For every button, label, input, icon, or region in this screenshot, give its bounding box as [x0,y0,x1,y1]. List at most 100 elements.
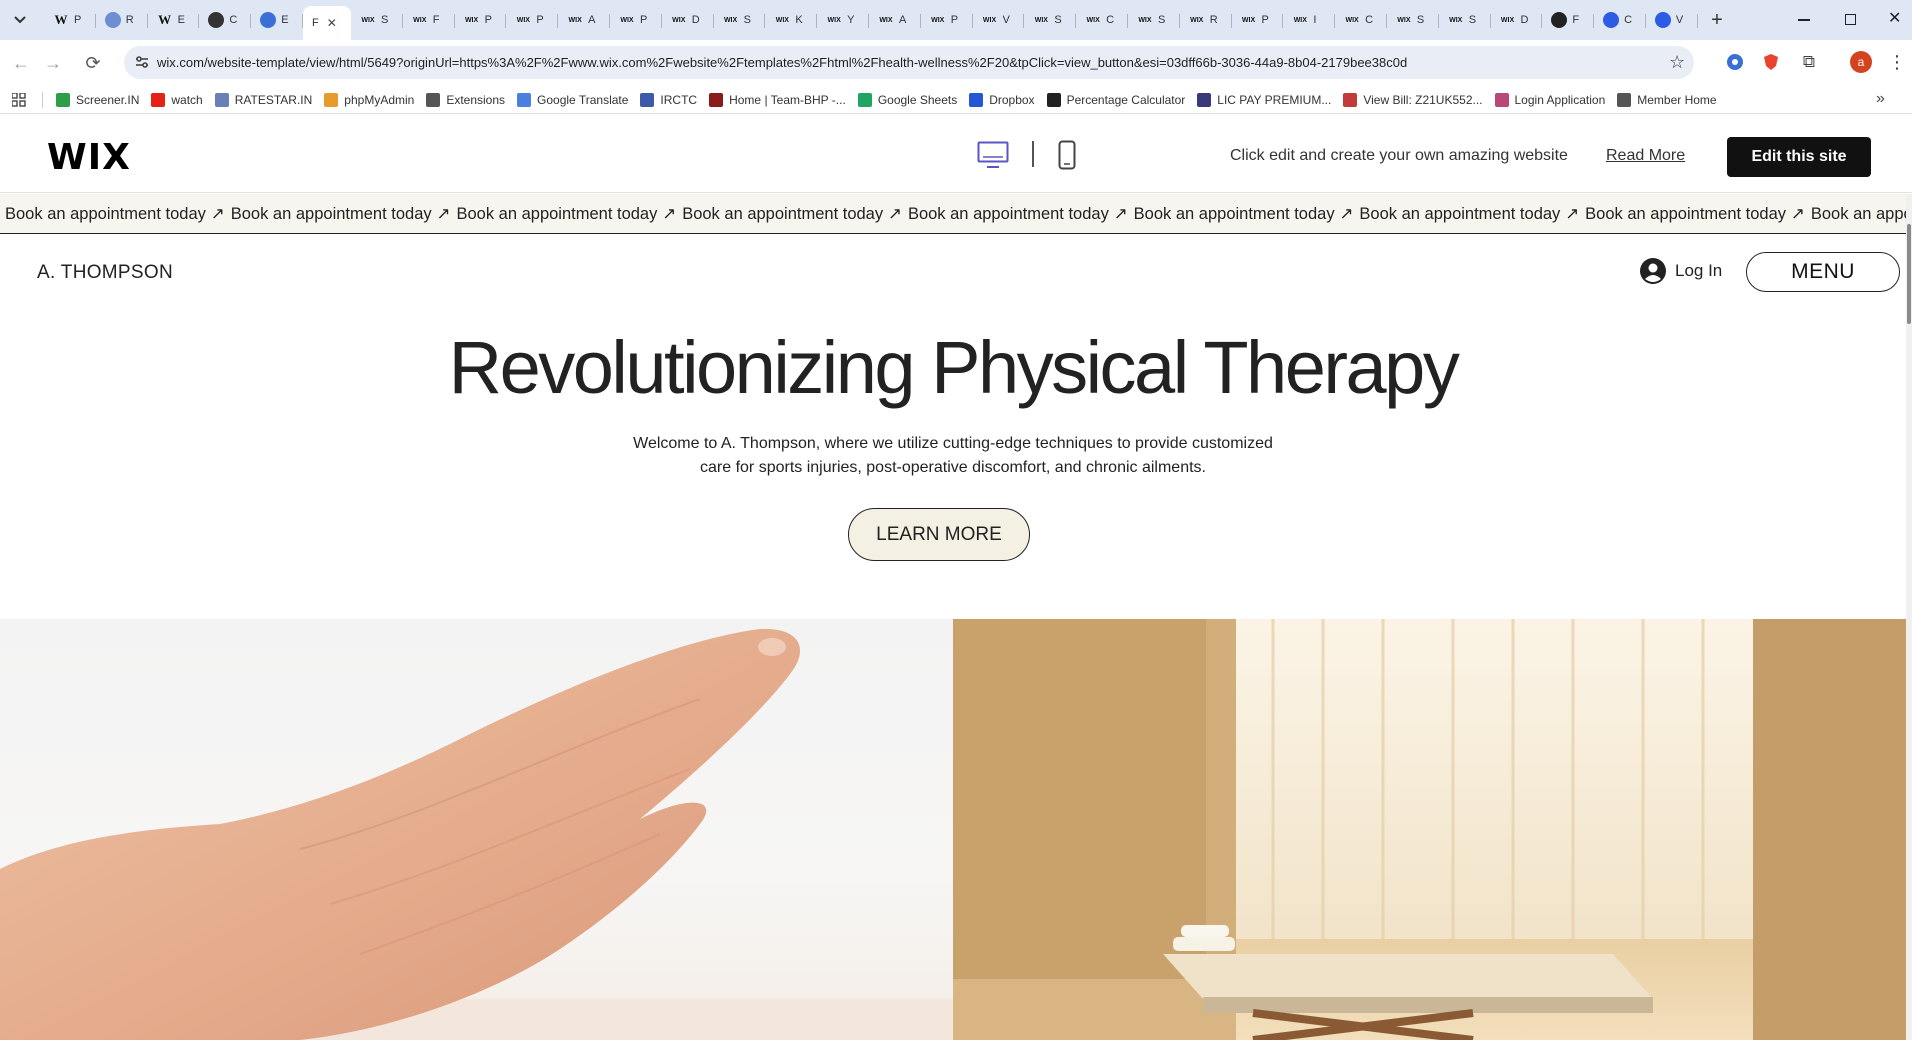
bookmark-item[interactable]: Dropbox [969,92,1035,108]
browser-tab[interactable]: WIX R [1180,6,1232,34]
bookmark-item[interactable]: watch [151,92,203,108]
browser-tab[interactable]: WIX S [1128,6,1180,34]
tab-title: C [1365,14,1374,26]
browser-tab[interactable]: WIX P [506,6,558,34]
browser-tab[interactable]: WIX C [1335,6,1387,34]
tab-search-chevron-icon[interactable] [10,10,30,30]
extension-globe-icon[interactable] [1724,51,1746,73]
marquee-item[interactable]: Book an appointment today↗ [908,204,1128,224]
browser-tab[interactable]: F [1542,6,1594,34]
hero-title: Revolutionizing Physical Therapy [448,326,1460,409]
marquee-item[interactable]: Book an appointment today↗ [456,204,676,224]
edit-this-site-button[interactable]: Edit this site [1727,137,1871,177]
new-tab-button[interactable]: + [1706,9,1728,31]
marquee-item[interactable]: Book an appointment today↗ [1811,204,1906,224]
back-icon[interactable]: ← [8,50,34,76]
browser-tab[interactable]: WIX F [403,6,455,34]
browser-tab[interactable]: WIX S [714,6,766,34]
extensions-puzzle-icon[interactable]: ⧉ [1798,51,1820,73]
marquee-item[interactable]: Book an appointment today↗ [5,204,225,224]
bookmark-item[interactable]: Member Home [1617,92,1717,108]
browser-tab[interactable]: C [199,6,251,34]
browser-tab[interactable]: WIX P [610,6,662,34]
browser-tab[interactable]: WIX P [921,6,973,34]
browser-tab[interactable]: WP [44,6,96,34]
browser-tab[interactable]: WIX S [351,6,403,34]
site-info-icon[interactable] [134,54,150,70]
browser-tab[interactable]: R [96,6,148,34]
bookmark-item[interactable]: Google Translate [517,92,628,108]
browser-tab[interactable]: WIX S [1439,6,1491,34]
browser-tab[interactable]: WIX Y [817,6,869,34]
wix-icon: WIX [1138,16,1152,24]
bookmark-label: Google Sheets [877,93,958,107]
bookmark-item[interactable]: Home | Team-BHP -... [709,92,846,108]
browser-tab[interactable]: WIX P [455,6,507,34]
close-window-icon[interactable]: ✕ [1888,8,1901,28]
scrollbar-thumb[interactable] [1907,224,1911,324]
marquee-item[interactable]: Book an appointment today↗ [1134,204,1354,224]
reload-icon[interactable]: ⟳ [80,50,106,76]
arrow-up-right-icon: ↗ [210,205,225,223]
marquee-item[interactable]: Book an appointment today↗ [231,204,451,224]
brave-shield-icon[interactable] [1760,51,1782,73]
browser-tab[interactable]: WIX A [869,6,921,34]
login-button[interactable]: Log In [1640,258,1722,284]
marquee-item[interactable]: Book an appointment today↗ [1359,204,1579,224]
browser-tab[interactable]: WIX I [1283,6,1335,34]
browser-tab[interactable]: WIX V [973,6,1025,34]
bookmark-item[interactable]: Percentage Calculator [1046,92,1185,108]
address-bar[interactable]: wix.com/website-template/view/html/5649?… [124,46,1694,79]
marquee-item[interactable]: Book an appointment today↗ [682,204,902,224]
browser-tab[interactable]: V [1646,6,1698,34]
bookmark-item[interactable]: phpMyAdmin [324,92,414,108]
site-brand[interactable]: A. THOMPSON [37,262,173,284]
bookmark-item[interactable]: Login Application [1494,92,1606,108]
forward-icon[interactable]: → [40,50,66,76]
browser-tab[interactable]: E [251,6,303,34]
bookmark-item[interactable]: Screener.IN [56,92,139,108]
read-more-link[interactable]: Read More [1606,147,1685,165]
url-text[interactable]: wix.com/website-template/view/html/5649?… [157,55,1407,70]
minimize-window-icon[interactable] [1798,19,1810,21]
bookmark-star-icon[interactable]: ☆ [1669,52,1685,73]
blue-w-icon [1654,12,1671,28]
tab-title: R [1209,14,1218,26]
profile-avatar[interactable]: a [1850,51,1872,73]
browser-tab[interactable]: WIX A [558,6,610,34]
bookmark-item[interactable]: View Bill: Z21UK552... [1343,92,1483,108]
browser-tab[interactable]: WIX D [1491,6,1543,34]
bookmark-item[interactable]: RATESTAR.IN [214,92,312,108]
percent-icon [1046,93,1061,107]
learn-more-button[interactable]: LEARN MORE [848,508,1030,561]
wix-icon: WIX [1449,16,1463,24]
bookmark-label: Login Application [1514,93,1606,107]
wix-icon: WIX [464,16,479,24]
menu-button[interactable]: MENU [1746,252,1900,292]
bookmark-item[interactable]: Google Sheets [857,92,958,108]
browser-tab[interactable]: WIX C [1076,6,1128,34]
browser-menu-icon[interactable]: ⋮ [1886,51,1908,73]
bookmark-item[interactable]: LIC PAY PREMIUM... [1197,92,1331,108]
marquee-text: Book an appointment today [456,205,658,223]
restore-window-icon[interactable] [1845,14,1856,25]
browser-tab[interactable]: WIX P [1232,6,1284,34]
page-scrollbar[interactable] [1906,194,1912,1040]
browser-tab[interactable]: WIX D [662,6,714,34]
apps-grid-icon[interactable] [11,92,26,107]
browser-tab[interactable]: WIX K [765,6,817,34]
marquee-text: Book an appointment today [1810,205,1906,223]
mobile-view-icon[interactable] [1058,140,1076,175]
appointment-marquee[interactable]: Book an appointment today ↗ Book an appoin… [0,194,1906,234]
browser-tab[interactable]: WIX S [1024,6,1076,34]
browser-tab-active[interactable]: F ✕ [302,6,351,40]
marquee-item[interactable]: Book an appointment today↗ [1585,204,1805,224]
more-bookmarks-icon[interactable]: » [1876,90,1885,108]
bookmark-item[interactable]: Extensions [426,92,505,108]
browser-tab[interactable]: WIX S [1387,6,1439,34]
bookmark-item[interactable]: IRCTC [640,92,697,108]
close-tab-icon[interactable]: ✕ [327,16,337,30]
browser-tab[interactable]: C [1594,6,1646,34]
browser-tab[interactable]: WE [148,6,200,34]
desktop-view-icon[interactable] [977,141,1009,174]
